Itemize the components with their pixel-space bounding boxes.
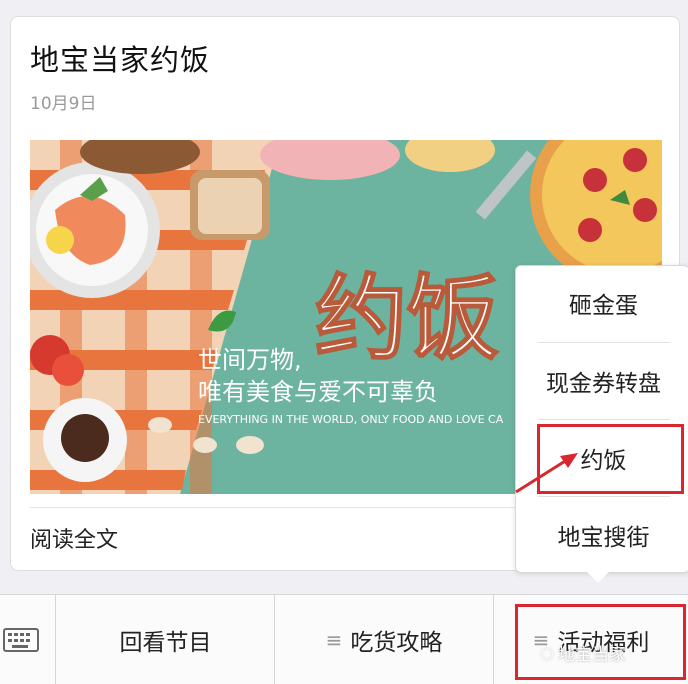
activity-submenu: 砸金蛋 现金券转盘 约饭 地宝搜街	[515, 265, 688, 573]
submenu-divider	[538, 342, 670, 343]
submenu-divider	[538, 419, 670, 420]
menu-lines-icon: ≡	[325, 628, 343, 652]
submenu-pointer	[587, 572, 609, 583]
wechat-logo-icon: ◌	[540, 643, 554, 662]
watermark: ◌ 地宝当家	[540, 640, 626, 665]
banner-slogan-line1: 世间万物,	[198, 346, 302, 374]
submenu-item-cash-coupon-wheel[interactable]: 现金券转盘	[516, 344, 688, 418]
watermark-label: 地宝当家	[557, 645, 626, 665]
keyboard-icon	[3, 628, 39, 652]
read-more-link[interactable]: 阅读全文	[30, 522, 118, 554]
submenu-item-street-search[interactable]: 地宝搜街	[516, 498, 688, 572]
tab-label: 吃货攻略	[350, 630, 443, 656]
annotation-arrow-icon	[515, 453, 578, 494]
submenu-item-smash-egg[interactable]: 砸金蛋	[516, 266, 688, 340]
tab-label: 回看节目	[119, 630, 212, 656]
article-date: 10月9日	[30, 94, 97, 114]
banner-english-slogan: EVERYTHING IN THE WORLD, ONLY FOOD AND L…	[198, 413, 504, 426]
tab-replay-programs[interactable]: 回看节目	[57, 595, 275, 684]
tab-foodie-guide[interactable]: ≡ 吃货攻略	[275, 595, 494, 684]
banner-headline: 约饭	[315, 265, 499, 372]
article-title: 地宝当家约饭	[30, 43, 211, 77]
banner-slogan-line2: 唯有美食与爱不可辜负	[198, 378, 438, 406]
keyboard-toggle-button[interactable]	[0, 595, 56, 684]
